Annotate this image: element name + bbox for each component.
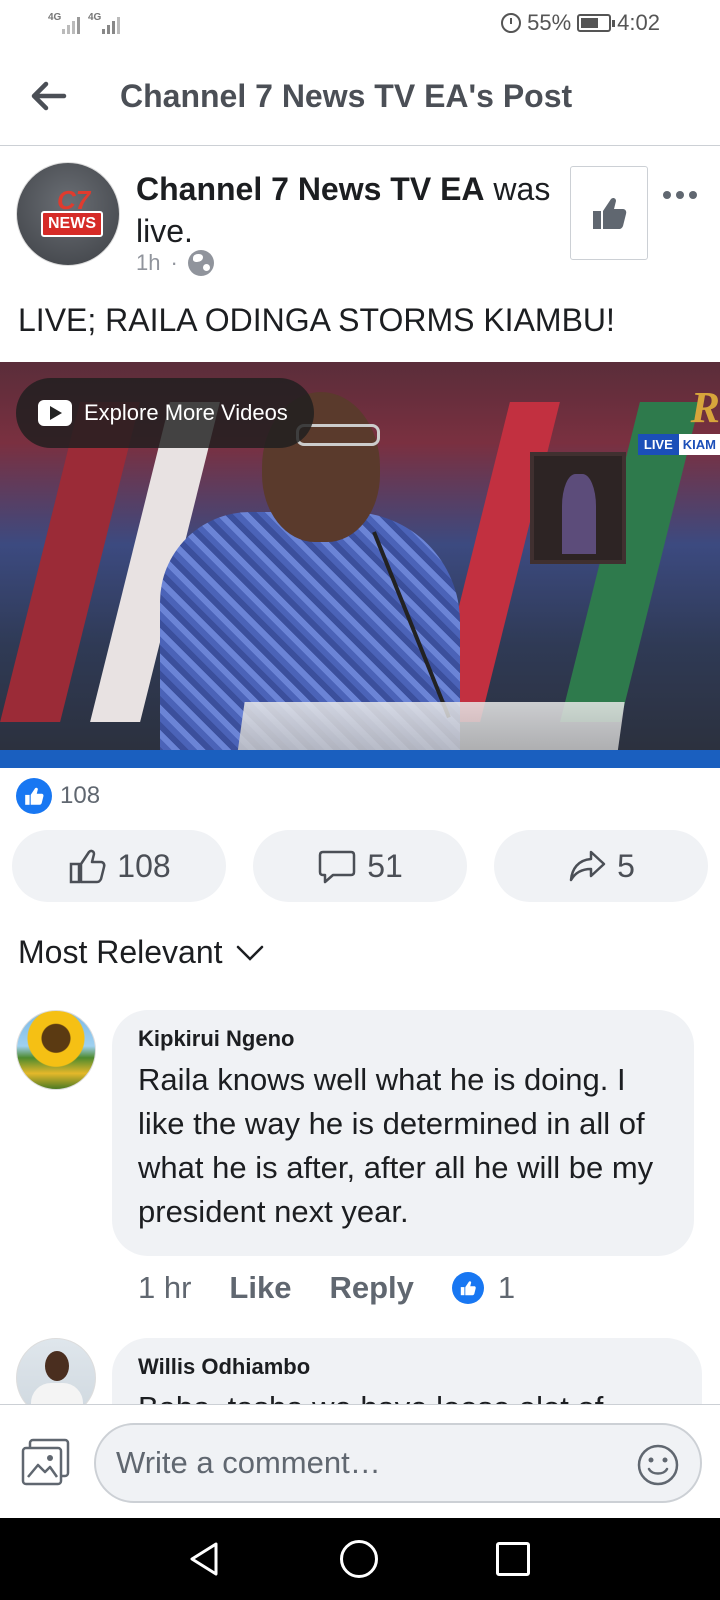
signal-2-label: 4G [88, 12, 102, 23]
comment-text: Raila knows well what he is doing. I lik… [138, 1062, 654, 1229]
like-reaction-icon [16, 778, 52, 814]
commenter-name[interactable]: Willis Odhiambo [138, 1354, 676, 1380]
signal-1-icon [62, 14, 86, 34]
share-count: 5 [617, 847, 635, 884]
comment-input[interactable] [94, 1423, 702, 1503]
smiley-icon [637, 1444, 679, 1486]
comment-button[interactable]: 51 [253, 830, 467, 902]
comment-bubble[interactable]: Kipkirui Ngeno Raila knows well what he … [112, 1010, 694, 1256]
system-nav-bar [0, 1518, 720, 1600]
comment-actions: 1 hr Like Reply 1 [138, 1270, 515, 1306]
emoji-button[interactable] [636, 1443, 680, 1487]
comment-reaction-count: 1 [497, 1270, 516, 1305]
comment-sort-dropdown[interactable]: Most Relevant [18, 934, 265, 971]
battery-icon [577, 14, 616, 32]
reaction-count: 108 [60, 782, 101, 809]
more-dot-icon [676, 191, 684, 199]
commenter-avatar[interactable] [16, 1010, 96, 1090]
triangle-back-icon [190, 1542, 218, 1576]
video-ticker-bar [0, 750, 720, 768]
alarm-icon [501, 13, 522, 33]
live-badge: LIVE KIAM [637, 434, 720, 455]
photo-icon [21, 1438, 70, 1486]
nav-home-button[interactable] [340, 1540, 378, 1578]
post-author-line: Channel 7 News TV EA was live. [136, 168, 556, 252]
share-arrow-icon [569, 850, 606, 882]
post-text: LIVE; RAILA ODINGA STORMS KIAMBU! [18, 302, 615, 338]
live-location: KIAM [678, 434, 720, 455]
chevron-down-icon [236, 945, 263, 961]
explore-more-videos-button[interactable]: Explore More Videos [16, 378, 314, 448]
portrait-frame [530, 452, 626, 564]
post-author-name[interactable]: Channel 7 News TV EA [136, 171, 485, 207]
comment-reply-button[interactable]: Reply [329, 1270, 413, 1306]
post-meta: 1h · [136, 250, 214, 276]
like-page-button[interactable] [570, 166, 648, 260]
page-avatar[interactable]: C7 NEWS [16, 162, 120, 266]
battery-percent: 55% [527, 10, 572, 35]
reaction-summary[interactable]: 108 [16, 778, 100, 814]
signal-2-icon [102, 14, 126, 34]
comment-count: 51 [367, 847, 403, 884]
comment-icon [318, 850, 356, 884]
nav-recents-button[interactable] [496, 1542, 530, 1576]
channel-logo: R [690, 383, 720, 432]
post-time[interactable]: 1h [136, 250, 160, 276]
signal-1-label: 4G [48, 12, 62, 23]
add-photo-button[interactable] [20, 1437, 72, 1487]
like-button[interactable]: 108 [12, 830, 226, 902]
status-bar: 4G 4G 55% 4:02 [0, 0, 720, 50]
page-title: Channel 7 News TV EA's Post [120, 78, 573, 114]
nav-back-button[interactable] [186, 1540, 224, 1578]
comment-composer [0, 1404, 720, 1518]
post-actions: 108 51 5 [12, 830, 708, 902]
live-label: LIVE [637, 434, 679, 455]
clock-time: 4:02 [617, 10, 660, 35]
more-dot-icon [689, 191, 697, 199]
like-reaction-icon [451, 1272, 484, 1304]
sort-label: Most Relevant [18, 934, 223, 970]
thumbs-up-icon [593, 197, 627, 229]
comment-time: 1 hr [138, 1270, 192, 1305]
more-options-button[interactable] [660, 180, 700, 210]
comment-like-button[interactable]: Like [229, 1270, 291, 1306]
thumbs-up-outline-icon [70, 849, 106, 884]
arrow-left-icon [31, 81, 67, 111]
avatar-news-label: NEWS [41, 211, 103, 237]
comment-reactions[interactable]: 1 [451, 1270, 516, 1306]
status-right: 55% 4:02 [501, 10, 660, 36]
video-player[interactable]: R LIVE KIAM Explore More Videos [0, 362, 720, 768]
share-button[interactable]: 5 [494, 830, 708, 902]
back-button[interactable] [26, 74, 70, 118]
app-header: Channel 7 News TV EA's Post [0, 50, 720, 146]
like-count: 108 [117, 847, 171, 884]
video-play-icon [38, 400, 72, 426]
explore-label: Explore More Videos [84, 400, 288, 425]
meta-separator: · [170, 250, 178, 275]
commenter-name[interactable]: Kipkirui Ngeno [138, 1026, 668, 1052]
globe-icon [187, 250, 214, 276]
more-dot-icon [663, 191, 671, 199]
